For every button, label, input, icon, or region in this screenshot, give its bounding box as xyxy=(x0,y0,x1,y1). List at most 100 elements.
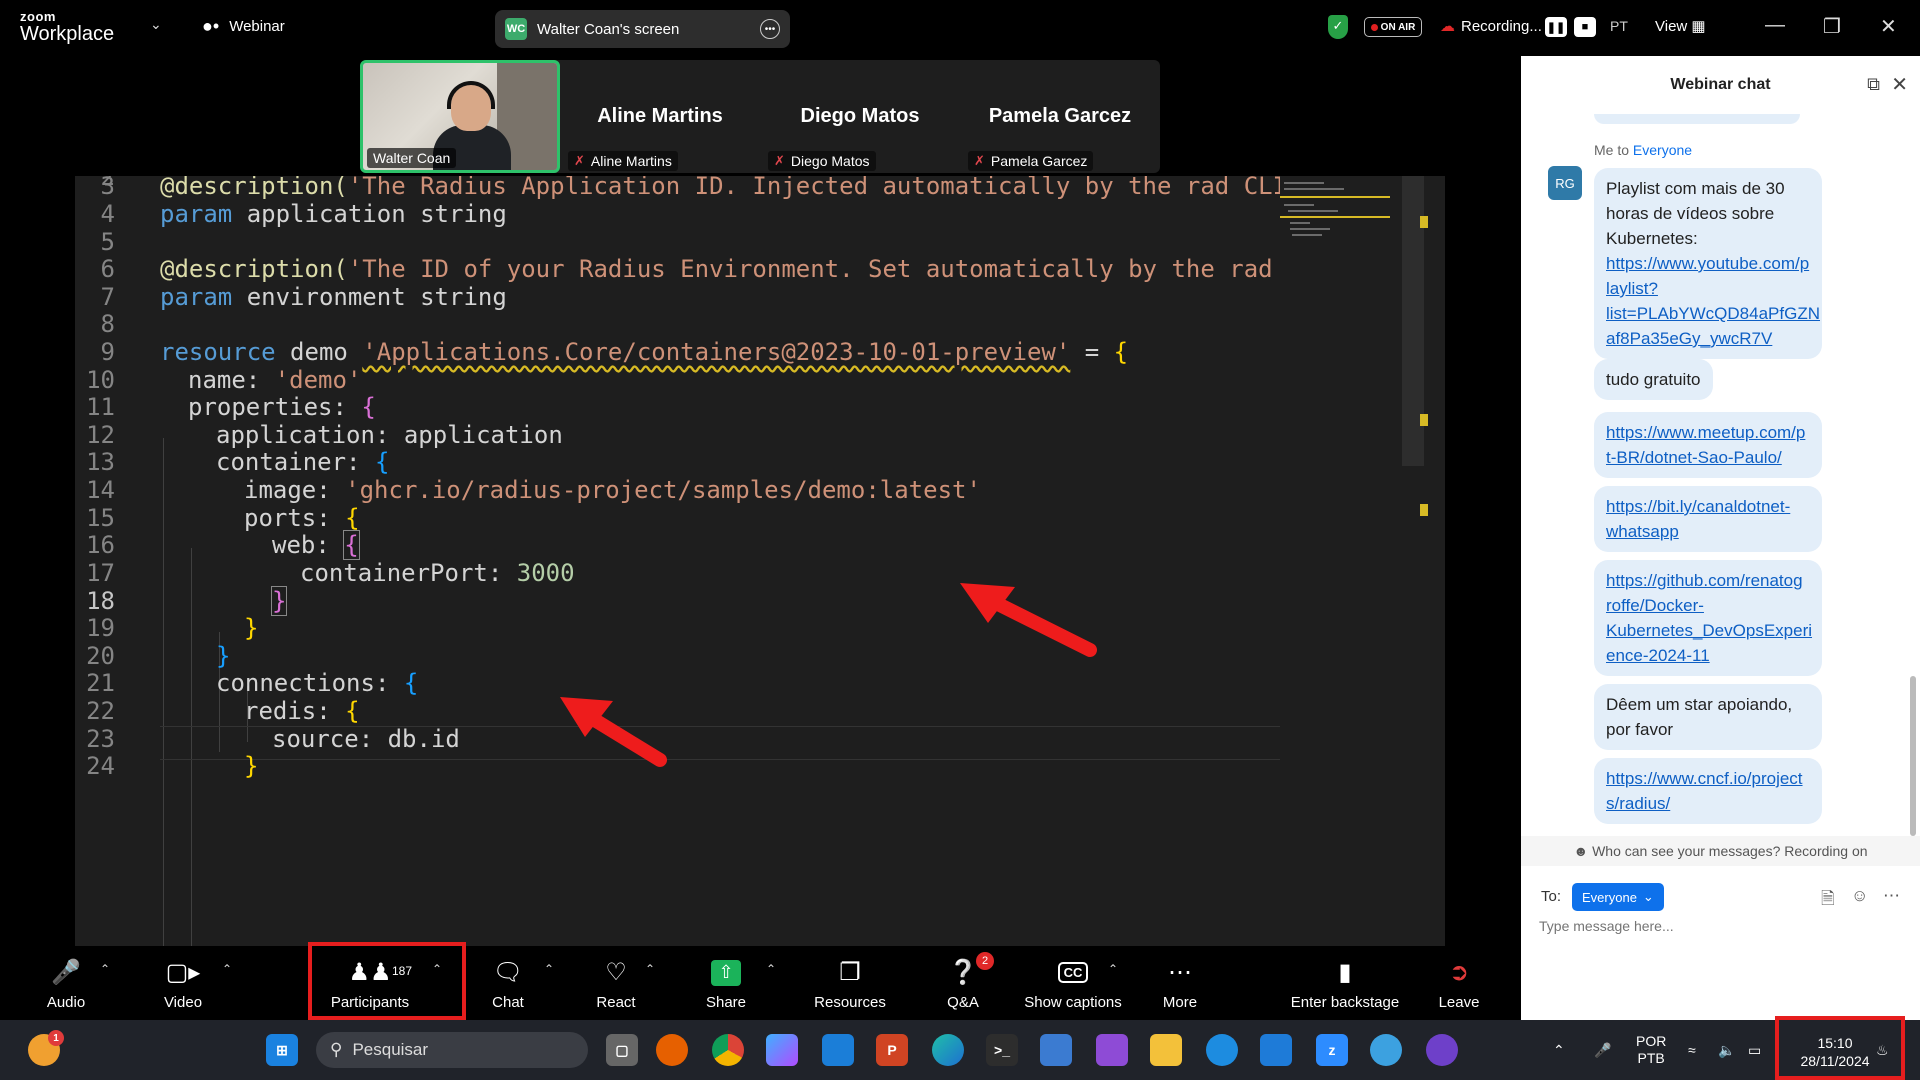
close-icon[interactable]: ✕ xyxy=(1880,14,1897,39)
windows-taskbar: 1 ⊞ ⚲ Pesquisar ▢ P >_ z ⌃ 🎤 POR PTB ≈ 🔈… xyxy=(0,1016,1920,1080)
docker-icon[interactable] xyxy=(1206,1034,1238,1066)
participant-tile[interactable]: Diego Matos ✗ Diego Matos xyxy=(760,60,960,173)
wifi-icon[interactable]: ≈ xyxy=(1688,1020,1696,1080)
file-explorer-icon[interactable] xyxy=(1150,1034,1182,1066)
chat-button[interactable]: 🗨 Chat xyxy=(486,946,530,1020)
copilot-icon[interactable] xyxy=(766,1034,798,1066)
zoom-icon[interactable]: z xyxy=(1316,1034,1348,1066)
copy-icon: ❐ xyxy=(839,959,861,986)
microphone-icon[interactable]: 🎤 xyxy=(1594,1020,1611,1080)
captions-button[interactable]: CC Show captions xyxy=(1018,946,1128,1020)
chevron-up-icon[interactable]: ⌃ xyxy=(1553,1020,1565,1080)
remote-desktop-icon[interactable] xyxy=(1040,1034,1072,1066)
enter-backstage-button[interactable]: ▮ Enter backstage xyxy=(1290,946,1400,1020)
more-button[interactable]: ⋯ More xyxy=(1160,946,1200,1020)
logo-big-text: Workplace xyxy=(20,23,115,45)
language-interpretation[interactable]: PT xyxy=(1610,18,1628,34)
vscode-icon[interactable] xyxy=(1260,1034,1292,1066)
more-options-icon[interactable]: ••• xyxy=(760,19,780,39)
recipient-dropdown[interactable]: Everyone ⌄ xyxy=(1572,883,1664,911)
video-options-caret[interactable]: ⌃ xyxy=(222,962,232,976)
participant-big-name: Aline Martins xyxy=(597,105,723,127)
pause-recording-button[interactable]: ❚❚ xyxy=(1545,17,1567,37)
participant-tile[interactable]: Aline Martins ✗ Aline Martins xyxy=(560,60,760,173)
leave-button[interactable]: ➲ Leave xyxy=(1434,946,1484,1020)
editor-minimap[interactable] xyxy=(1280,176,1400,946)
minimize-icon[interactable]: — xyxy=(1765,14,1785,37)
volume-icon[interactable]: 🔈 xyxy=(1718,1020,1735,1080)
search-icon: ⚲ xyxy=(330,1040,343,1059)
message-sender-line: Me to Everyone xyxy=(1594,142,1693,158)
zoom-title-bar: zoom Workplace ⌄ ●• Webinar WC Walter Co… xyxy=(0,0,1920,56)
windows-start-icon[interactable]: ⊞ xyxy=(266,1034,298,1066)
participant-small-name: Diego Matos xyxy=(790,153,870,169)
chevron-down-icon[interactable]: ⌄ xyxy=(150,16,162,33)
github-icon[interactable] xyxy=(1426,1034,1458,1066)
chat-link[interactable]: https://www.youtube.com/p laylist? list=PL… xyxy=(1606,254,1820,348)
cloud-icon: ☁ xyxy=(1440,18,1455,35)
chat-link[interactable]: https://bit.ly/canaldotnet-whatsapp xyxy=(1606,497,1790,541)
azure-data-icon[interactable] xyxy=(822,1034,854,1066)
visual-studio-icon[interactable] xyxy=(1096,1034,1128,1066)
weather-icon[interactable]: 1 xyxy=(28,1030,64,1066)
pop-out-icon[interactable]: ⧉ xyxy=(1867,74,1880,95)
chat-options-caret[interactable]: ⌃ xyxy=(544,962,554,976)
firefox-icon[interactable] xyxy=(656,1034,688,1066)
webinar-label: Webinar xyxy=(229,18,285,35)
input-language[interactable]: POR PTB xyxy=(1636,1020,1666,1080)
view-button[interactable]: View ▦ xyxy=(1655,17,1706,35)
participant-tile[interactable]: Pamela Garcez ✗ Pamela Garcez xyxy=(960,60,1160,173)
chrome-icon[interactable] xyxy=(712,1034,744,1066)
chat-link[interactable]: https://www.cncf.io/project s/radius/ xyxy=(1606,769,1803,813)
captions-options-caret[interactable]: ⌃ xyxy=(1108,962,1118,976)
notification-badge: 1 xyxy=(48,1030,64,1046)
globe-app-icon[interactable] xyxy=(1370,1034,1402,1066)
view-label: View xyxy=(1655,18,1688,35)
question-bubble-icon: ❔ xyxy=(948,959,978,986)
more-options-icon[interactable]: ⋯ xyxy=(1883,886,1900,906)
emoji-icon[interactable]: ☺ xyxy=(1851,886,1868,906)
video-button[interactable]: ▢▸ Video xyxy=(158,946,208,1020)
restore-icon[interactable]: ❐ xyxy=(1823,14,1841,39)
screen-share-pill[interactable]: WC Walter Coan's screen ••• xyxy=(495,10,790,48)
mic-muted-icon: ✗ xyxy=(974,153,985,168)
qa-button[interactable]: ❔ Q&A 2 xyxy=(938,946,994,1020)
chat-message: https://www.meetup.com/p t-BR/dotnet-Sao-… xyxy=(1594,412,1822,478)
terminal-icon[interactable]: >_ xyxy=(986,1034,1018,1066)
scroll-warning-marker xyxy=(1420,504,1428,516)
file-icon[interactable]: 🗎 xyxy=(1821,886,1835,915)
edge-icon[interactable] xyxy=(932,1034,964,1066)
audio-options-caret[interactable]: ⌃ xyxy=(100,962,110,976)
resources-button[interactable]: ❐ Resources xyxy=(810,946,890,1020)
stop-recording-button[interactable]: ■ xyxy=(1574,17,1596,37)
qa-badge: 2 xyxy=(976,952,994,970)
share-button[interactable]: ⇧ Share xyxy=(700,946,752,1020)
chat-scrollbar[interactable] xyxy=(1910,676,1916,836)
task-view-icon[interactable]: ▢ xyxy=(606,1034,638,1066)
to-label: To: xyxy=(1541,888,1562,905)
chat-message: https://www.cncf.io/project s/radius/ xyxy=(1594,758,1822,824)
powerpoint-icon[interactable]: P xyxy=(876,1034,908,1066)
avatar: RG xyxy=(1548,166,1582,200)
close-icon[interactable]: ✕ xyxy=(1891,72,1908,97)
video-tile-name: Walter Coan xyxy=(367,148,457,168)
zoom-workplace-logo: zoom Workplace xyxy=(20,10,114,44)
chat-link[interactable]: https://github.com/renatog roffe/Docker- K… xyxy=(1606,571,1812,665)
share-options-caret[interactable]: ⌃ xyxy=(766,962,776,976)
red-arrow-annotation xyxy=(960,583,1097,657)
react-button[interactable]: ♡ React xyxy=(590,946,642,1020)
chat-bubble-icon: 🗨 xyxy=(492,959,524,986)
webinar-menu[interactable]: ●• Webinar xyxy=(202,16,285,37)
react-options-caret[interactable]: ⌃ xyxy=(645,962,655,976)
battery-icon[interactable]: ▭ xyxy=(1748,1020,1761,1080)
microphone-icon: 🎤 xyxy=(51,959,81,986)
chat-link[interactable]: https://www.meetup.com/p t-BR/dotnet-Sao-… xyxy=(1606,423,1805,467)
chat-message-input[interactable] xyxy=(1539,918,1899,934)
active-speaker-video[interactable]: Walter Coan xyxy=(360,60,560,173)
mic-muted-icon: ✗ xyxy=(574,153,585,168)
security-shield-icon[interactable]: ✓ xyxy=(1328,15,1348,39)
audio-button[interactable]: 🎤 Audio xyxy=(40,946,92,1020)
taskbar-search[interactable]: ⚲ Pesquisar xyxy=(316,1032,588,1068)
chat-message: Playlist com mais de 30 horas de vídeos … xyxy=(1594,168,1822,359)
privacy-notice[interactable]: ☻ Who can see your messages? Recording o… xyxy=(1521,836,1920,866)
